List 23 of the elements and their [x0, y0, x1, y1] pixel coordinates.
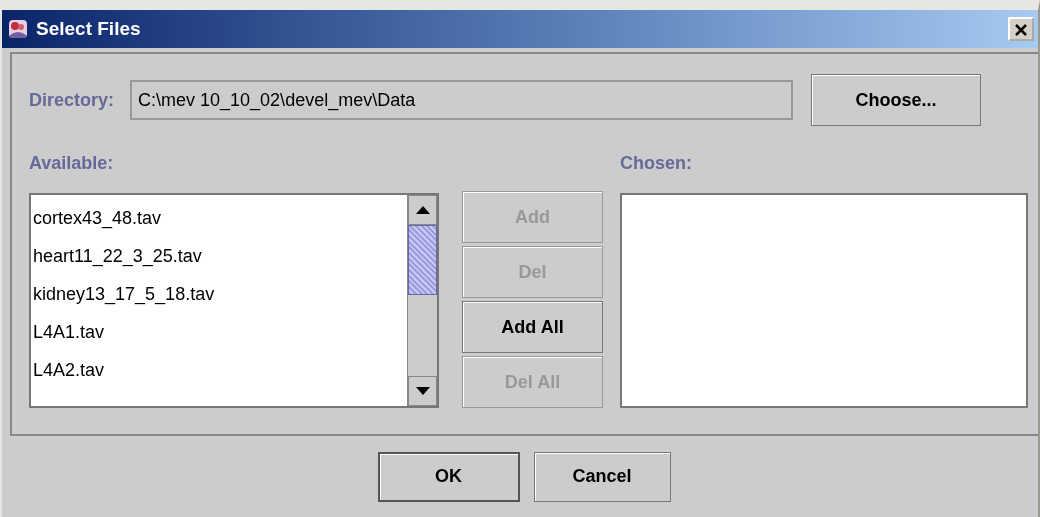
available-label: Available: [29, 152, 115, 175]
list-item[interactable]: cortex43_48.tav [31, 199, 407, 237]
app-icon [6, 17, 30, 41]
scroll-down-button[interactable] [408, 376, 437, 406]
dialog-button[interactable]: OK [377, 451, 520, 502]
transfer-button[interactable]: Add All [462, 301, 603, 353]
up-arrow-icon [415, 206, 430, 214]
list-item[interactable]: heart11_22_3_25.tav [31, 237, 407, 275]
list-item[interactable]: L4A2.tav [31, 351, 407, 389]
directory-label: Directory: [29, 88, 115, 112]
scroll-thumb[interactable] [408, 225, 437, 295]
scrollbar[interactable] [407, 195, 437, 406]
down-arrow-icon [415, 387, 430, 395]
chosen-label: Chosen: [620, 152, 693, 175]
close-button[interactable] [1008, 17, 1034, 41]
directory-field[interactable]: C:\mev 10_10_02\devel_mev\Data [130, 80, 794, 120]
dialog-button[interactable]: Cancel [533, 451, 671, 502]
close-icon [1014, 23, 1028, 38]
list-item[interactable]: L4A1.tav [31, 313, 407, 351]
list-item[interactable]: kidney13_17_5_18.tav [31, 275, 407, 313]
choose-button[interactable]: Choose... [811, 74, 982, 126]
window-title: Select Files [36, 16, 141, 41]
scroll-up-button[interactable] [408, 195, 437, 225]
